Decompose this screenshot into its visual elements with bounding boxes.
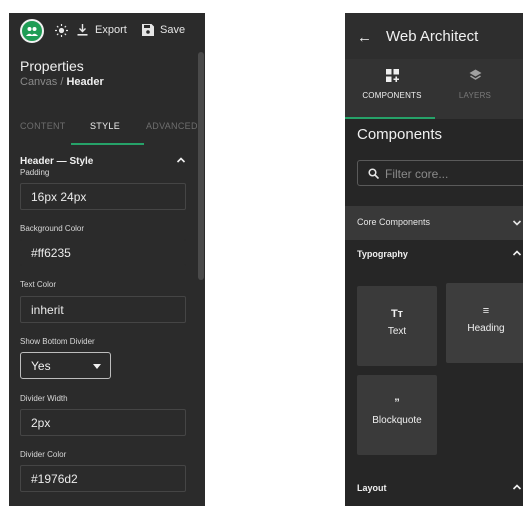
- breadcrumb-parent[interactable]: Canvas: [20, 76, 57, 88]
- builder-header: ← Web Architect: [345, 13, 523, 59]
- active-tab-indicator: [345, 117, 435, 119]
- quote-icon: ”: [394, 397, 400, 409]
- layers-icon: [469, 69, 481, 80]
- breadcrumb-current: Header: [66, 76, 104, 88]
- heading-icon: ≡: [482, 305, 490, 317]
- background-color-input[interactable]: #ff6235: [20, 239, 186, 266]
- toolbar: Export Save: [9, 13, 205, 53]
- background-color-label: Background Color: [20, 224, 85, 233]
- chevron-down-icon: [512, 220, 522, 226]
- tab-layers[interactable]: LAYERS: [435, 69, 515, 100]
- builder-tabs: COMPONENTS LAYERS: [345, 59, 523, 119]
- text-color-input[interactable]: inherit: [20, 296, 186, 323]
- show-bottom-divider-select[interactable]: Yes: [20, 352, 111, 379]
- active-tab-indicator: [71, 143, 144, 145]
- divider-color-label: Divider Color: [20, 450, 67, 459]
- chevron-up-icon[interactable]: [512, 248, 522, 258]
- scrollbar[interactable]: [198, 52, 204, 280]
- layout-heading[interactable]: Layout: [357, 483, 387, 493]
- component-label: Heading: [467, 323, 505, 334]
- component-card-text[interactable]: Tт Text: [357, 286, 437, 366]
- download-icon[interactable]: [77, 24, 88, 36]
- tab-layers-label: LAYERS: [458, 91, 492, 100]
- padding-input[interactable]: 16px 24px: [20, 183, 186, 210]
- show-bottom-divider-value: Yes: [31, 359, 51, 373]
- builder-panel: ← Web Architect COMPONENTS LAYERS Compon…: [345, 13, 523, 506]
- filter-input[interactable]: Filter core...: [357, 160, 523, 186]
- component-card-blockquote[interactable]: ” Blockquote: [357, 375, 437, 455]
- breadcrumb: Canvas / Header: [20, 76, 104, 88]
- page-title: Properties: [20, 58, 84, 74]
- app-title: Web Architect: [386, 28, 479, 45]
- avatar[interactable]: [20, 19, 44, 43]
- back-arrow-icon[interactable]: ←: [357, 29, 372, 46]
- tab-components-label: COMPONENTS: [362, 91, 422, 100]
- typography-heading[interactable]: Typography: [357, 249, 408, 259]
- chevron-up-icon[interactable]: [512, 482, 522, 492]
- show-bottom-divider-label: Show Bottom Divider: [20, 337, 95, 346]
- search-icon: [368, 168, 379, 179]
- accordion-title: Core Components: [357, 217, 431, 227]
- core-components-accordion[interactable]: Core Components: [345, 206, 523, 240]
- property-tabs: CONTENT STYLE ADVANCED: [9, 113, 205, 143]
- tab-components[interactable]: COMPONENTS: [352, 69, 432, 100]
- save-button[interactable]: Save: [160, 24, 185, 36]
- divider-width-input[interactable]: 2px: [20, 409, 186, 436]
- divider-color-input[interactable]: #1976d2: [20, 465, 186, 492]
- tab-content[interactable]: CONTENT: [20, 121, 66, 131]
- text-icon: Tт: [390, 308, 404, 320]
- padding-label: Padding: [20, 168, 50, 177]
- grid-plus-icon: [385, 69, 399, 82]
- export-button[interactable]: Export: [95, 24, 127, 36]
- filter-placeholder: Filter core...: [385, 167, 449, 181]
- chevron-up-icon[interactable]: [176, 155, 186, 165]
- component-card-heading[interactable]: ≡ Heading: [446, 283, 523, 363]
- section-title[interactable]: Header — Style: [20, 156, 93, 167]
- divider-width-label: Divider Width: [20, 394, 68, 403]
- component-label: Blockquote: [372, 415, 422, 426]
- properties-panel: Export Save Properties Canvas / Header C…: [9, 13, 205, 506]
- sun-icon[interactable]: [55, 24, 68, 37]
- components-heading: Components: [357, 126, 443, 143]
- save-icon[interactable]: [142, 24, 154, 36]
- text-color-label: Text Color: [20, 280, 57, 289]
- caret-down-icon: [93, 364, 101, 369]
- component-label: Text: [387, 326, 407, 337]
- tab-advanced[interactable]: ADVANCED: [146, 121, 198, 131]
- people-icon: [26, 27, 38, 36]
- tab-style[interactable]: STYLE: [90, 121, 120, 131]
